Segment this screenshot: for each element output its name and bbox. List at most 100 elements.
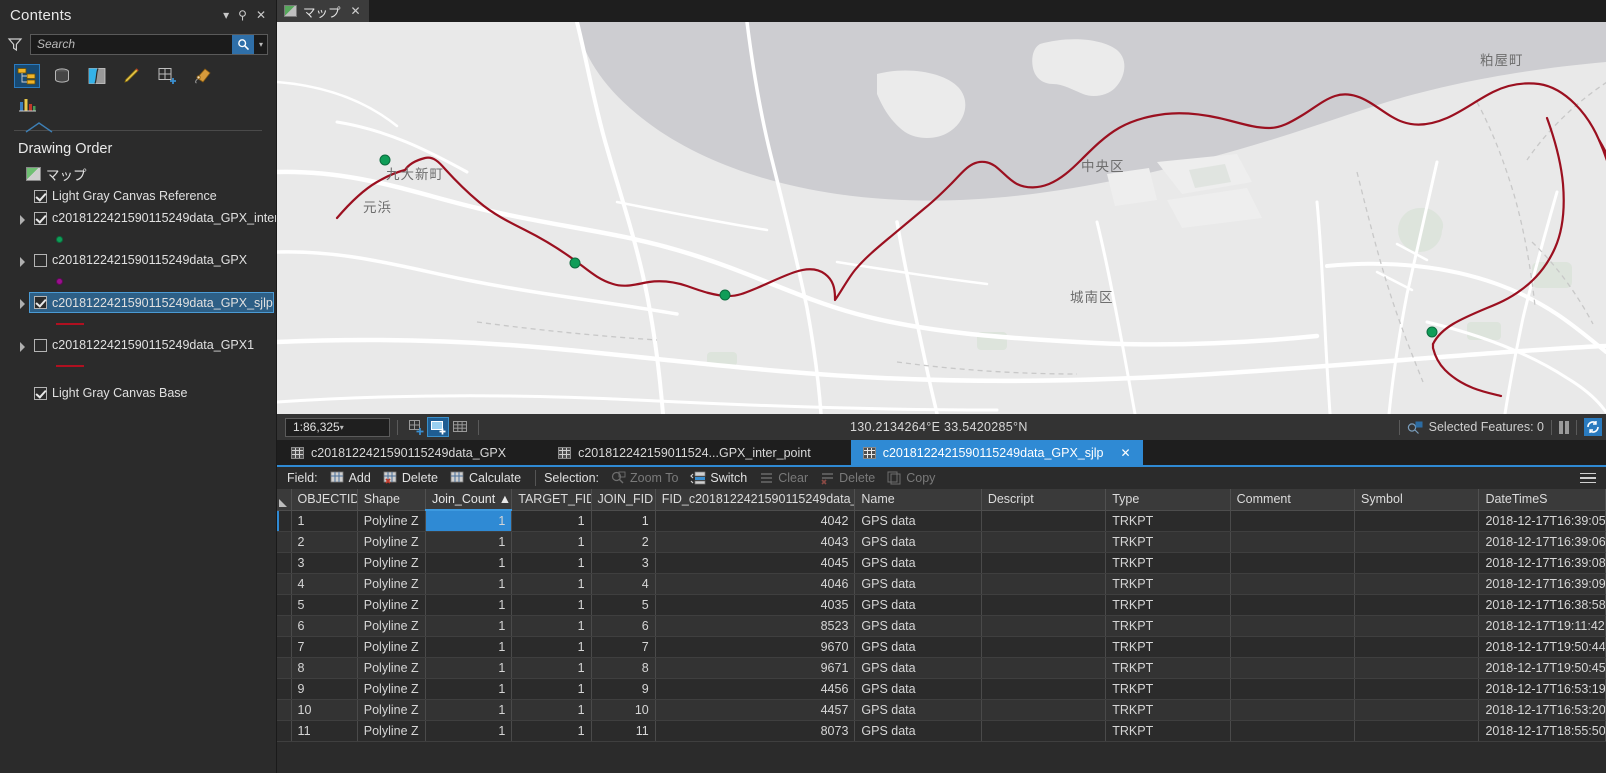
cell-join_fid[interactable]: 1 xyxy=(591,510,656,532)
cell-join_count[interactable]: 1 xyxy=(425,720,513,742)
cell-name[interactable]: GPS data xyxy=(854,657,982,679)
cell-symbol[interactable] xyxy=(1354,720,1480,742)
cell-join_count[interactable]: 1 xyxy=(425,657,513,679)
cell-descript[interactable] xyxy=(981,594,1107,616)
cell-name[interactable]: GPS data xyxy=(854,594,982,616)
column-header-descript[interactable]: Descript xyxy=(981,489,1107,511)
cell-join_count[interactable]: 1 xyxy=(425,678,513,700)
cell-fid_c2018122421590115249data_gpx[interactable]: 4457 xyxy=(655,699,856,721)
tab-gpx-sjlp-table[interactable]: c2018122421590115249data_GPX_sjlp ✕ xyxy=(850,440,1143,465)
row-selector[interactable] xyxy=(277,678,292,700)
sidebar-item-gpx1[interactable]: c2018122421590115249data_GPX1 xyxy=(4,334,276,356)
add-bookmark-icon[interactable] xyxy=(405,417,427,437)
search-icon[interactable] xyxy=(232,34,254,54)
cell-shape[interactable]: Polyline Z xyxy=(357,510,426,532)
cell-comment[interactable] xyxy=(1230,657,1356,679)
cell-shape[interactable]: Polyline Z xyxy=(357,615,426,637)
table-row[interactable]: 4 Polyline Z 1 1 4 4046 GPS data TRKPT 2018-12-1… xyxy=(277,573,1606,595)
cell-type[interactable]: TRKPT xyxy=(1105,699,1231,721)
cell-descript[interactable] xyxy=(981,678,1107,700)
hamburger-menu-icon[interactable] xyxy=(1580,472,1606,484)
cell-name[interactable]: GPS data xyxy=(854,636,982,658)
cell-fid_c2018122421590115249data_gpx[interactable]: 4042 xyxy=(655,510,856,532)
cell-symbol[interactable] xyxy=(1354,636,1480,658)
sidebar-item-gpx[interactable]: c2018122421590115249data_GPX xyxy=(4,249,276,271)
cell-shape[interactable]: Polyline Z xyxy=(357,720,426,742)
table-row[interactable]: 9 Polyline Z 1 1 9 4456 GPS data TRKPT 2018-12-1… xyxy=(277,678,1606,700)
cell-symbol[interactable] xyxy=(1354,573,1480,595)
cell-objectid[interactable]: 2 xyxy=(291,531,358,553)
column-header-comment[interactable]: Comment xyxy=(1230,489,1356,511)
row-selector[interactable] xyxy=(277,573,292,595)
cell-descript[interactable] xyxy=(981,699,1107,721)
cell-type[interactable]: TRKPT xyxy=(1105,615,1231,637)
cell-join_fid[interactable]: 4 xyxy=(591,573,656,595)
cell-symbol[interactable] xyxy=(1354,510,1480,532)
cell-objectid[interactable]: 1 xyxy=(291,510,358,532)
cell-fid_c2018122421590115249data_gpx[interactable]: 4456 xyxy=(655,678,856,700)
cell-type[interactable]: TRKPT xyxy=(1105,636,1231,658)
cell-join_fid[interactable]: 10 xyxy=(591,699,656,721)
cell-join_count[interactable]: 1 xyxy=(425,594,513,616)
cell-join_count[interactable]: 1 xyxy=(425,552,513,574)
cell-type[interactable]: TRKPT xyxy=(1105,510,1231,532)
cell-name[interactable]: GPS data xyxy=(854,552,982,574)
cell-join_count[interactable]: 1 xyxy=(425,510,513,532)
chevron-up-icon[interactable] xyxy=(24,120,54,138)
column-header-type[interactable]: Type xyxy=(1105,489,1231,511)
cell-comment[interactable] xyxy=(1230,594,1356,616)
expander-icon[interactable] xyxy=(18,255,29,267)
list-by-selection-icon[interactable] xyxy=(84,64,110,88)
cell-comment[interactable] xyxy=(1230,678,1356,700)
cell-join_fid[interactable]: 3 xyxy=(591,552,656,574)
table-row[interactable]: 8 Polyline Z 1 1 8 9671 GPS data TRKPT 2018-12-1… xyxy=(277,657,1606,679)
select-by-rectangle-icon[interactable] xyxy=(427,417,449,437)
cell-comment[interactable] xyxy=(1230,615,1356,637)
cell-join_count[interactable]: 1 xyxy=(425,636,513,658)
panel-pin-icon[interactable]: ⚲ xyxy=(238,9,247,21)
search-input[interactable] xyxy=(37,37,232,51)
cell-target_fid[interactable]: 1 xyxy=(511,657,592,679)
cell-target_fid[interactable]: 1 xyxy=(511,594,592,616)
row-selector[interactable] xyxy=(277,552,292,574)
cell-target_fid[interactable]: 1 xyxy=(511,573,592,595)
cell-name[interactable]: GPS data xyxy=(854,720,982,742)
attribute-grid-scroll[interactable]: OBJECTID Shape Join_Count ▲ TARGET_FID JOIN_… xyxy=(277,489,1606,773)
expander-icon[interactable] xyxy=(18,340,29,352)
sidebar-item-light-gray-canvas-reference[interactable]: Light Gray Canvas Reference xyxy=(4,185,276,207)
cell-target_fid[interactable]: 1 xyxy=(511,615,592,637)
filter-icon[interactable] xyxy=(6,35,24,53)
cell-join_fid[interactable]: 11 xyxy=(591,720,656,742)
cell-symbol[interactable] xyxy=(1354,552,1480,574)
map-canvas[interactable]: 九大新町 元浜 中央区 城南区 粕屋町 xyxy=(277,22,1606,414)
cell-target_fid[interactable]: 1 xyxy=(511,531,592,553)
layer-root-map[interactable]: マップ xyxy=(4,163,276,185)
cell-datetimes[interactable]: 2018-12-17T16:53:20Z xyxy=(1478,699,1606,721)
cell-fid_c2018122421590115249data_gpx[interactable]: 8073 xyxy=(655,720,856,742)
cell-shape[interactable]: Polyline Z xyxy=(357,573,426,595)
cell-type[interactable]: TRKPT xyxy=(1105,678,1231,700)
table-row[interactable]: 5 Polyline Z 1 1 5 4035 GPS data TRKPT 2018-12-1… xyxy=(277,594,1606,616)
cell-name[interactable]: GPS data xyxy=(854,678,982,700)
layer-checkbox[interactable] xyxy=(34,211,47,225)
cell-target_fid[interactable]: 1 xyxy=(511,510,592,532)
cell-shape[interactable]: Polyline Z xyxy=(357,594,426,616)
column-header-target_fid[interactable]: TARGET_FID xyxy=(511,489,592,511)
list-by-labeling-icon[interactable] xyxy=(189,64,215,88)
layer-checkbox[interactable] xyxy=(34,253,47,267)
cell-descript[interactable] xyxy=(981,636,1107,658)
copy-selection-button[interactable]: Copy xyxy=(881,467,941,489)
cell-shape[interactable]: Polyline Z xyxy=(357,636,426,658)
cell-descript[interactable] xyxy=(981,720,1107,742)
pause-drawing-icon[interactable] xyxy=(1559,420,1569,434)
cell-descript[interactable] xyxy=(981,657,1107,679)
chevron-down-icon[interactable]: ▾ xyxy=(340,423,386,432)
cell-comment[interactable] xyxy=(1230,699,1356,721)
cell-fid_c2018122421590115249data_gpx[interactable]: 9670 xyxy=(655,636,856,658)
tab-map[interactable]: マップ ✕ xyxy=(277,0,369,22)
layer-checkbox[interactable] xyxy=(34,386,47,400)
cell-join_count[interactable]: 1 xyxy=(425,699,513,721)
column-header-symbol[interactable]: Symbol xyxy=(1354,489,1480,511)
cell-shape[interactable]: Polyline Z xyxy=(357,699,426,721)
cell-datetimes[interactable]: 2018-12-17T19:11:42Z xyxy=(1478,615,1606,637)
